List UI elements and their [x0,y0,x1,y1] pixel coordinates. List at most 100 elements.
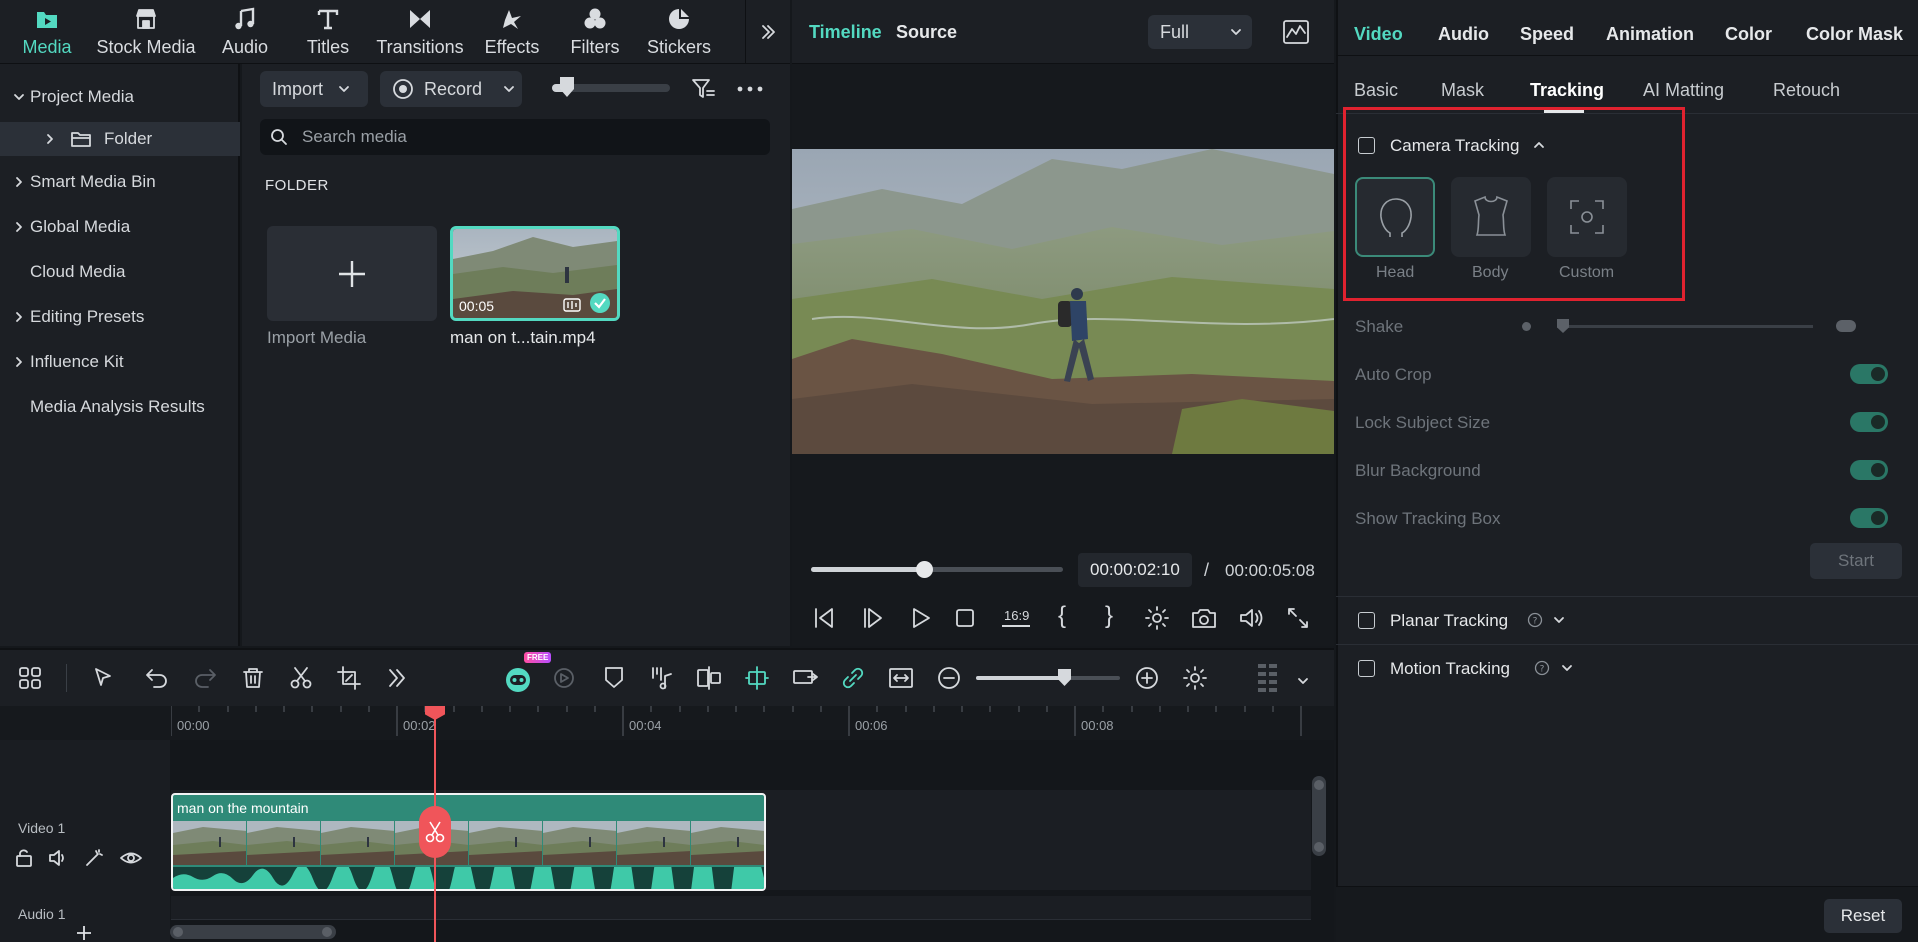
tab-stock-media[interactable]: Stock Media [96,6,196,58]
motion-tracking-checkbox[interactable] [1358,660,1375,677]
mode-head-button[interactable] [1355,177,1435,257]
lock-subject-size-toggle[interactable] [1850,412,1888,432]
camera-tracking-checkbox[interactable] [1358,137,1375,154]
previous-frame-icon[interactable] [812,606,838,630]
import-media-tile[interactable] [267,226,437,321]
tab-color-mask[interactable]: Color Mask [1806,24,1903,45]
next-frame-icon[interactable] [861,606,887,630]
subtab-basic[interactable]: Basic [1354,80,1398,101]
tab-audio-props[interactable]: Audio [1438,24,1489,45]
subtab-tracking[interactable]: Tracking [1530,80,1604,101]
tab-animation[interactable]: Animation [1606,24,1694,45]
help-circle-icon[interactable]: ? [1534,660,1550,676]
shake-slider[interactable] [1557,319,1813,333]
sidebar-item-global-media[interactable]: Global Media [0,210,240,244]
audio-beat-icon[interactable] [647,664,675,692]
timeline-vertical-scrollbar[interactable] [1312,776,1326,856]
sidebar-item-smart-media-bin[interactable]: Smart Media Bin [0,165,240,199]
add-track-plus-icon[interactable] [76,925,92,941]
tab-effects[interactable]: Effects [484,6,540,58]
preview-video-frame[interactable] [792,149,1334,454]
help-circle-icon[interactable]: ? [1527,612,1543,628]
speed-ramp-icon[interactable] [550,664,578,692]
subtab-retouch[interactable]: Retouch [1773,80,1840,101]
mode-body-button[interactable] [1451,177,1531,257]
timeline-horizontal-scrollbar[interactable] [170,925,336,939]
quality-select[interactable]: Full [1148,15,1252,49]
fit-timeline-icon[interactable] [887,664,915,692]
marker-shield-icon[interactable] [600,664,628,692]
tab-titles[interactable]: Titles [303,6,353,58]
search-box[interactable] [260,119,770,155]
track-mute-icon[interactable] [48,848,68,868]
subtab-mask[interactable]: Mask [1441,80,1484,101]
playhead-split-button[interactable] [419,806,451,858]
track-lock-icon[interactable] [14,848,34,868]
zoom-out-icon[interactable] [935,664,963,692]
zoom-in-icon[interactable] [1133,664,1161,692]
timeline-settings-icon[interactable] [1181,664,1209,692]
aspect-ratio-button[interactable]: 16:9 [1002,606,1030,630]
more-options-icon[interactable] [737,86,763,92]
tab-audio[interactable]: Audio [218,6,272,58]
search-input[interactable] [302,127,742,147]
fullscreen-expand-icon[interactable] [1286,606,1310,630]
playback-progress-bar[interactable] [811,561,1063,578]
chevron-up-icon[interactable] [1532,138,1546,152]
tab-speed[interactable]: Speed [1520,24,1574,45]
tab-video[interactable]: Video [1354,24,1403,45]
record-button[interactable]: Record [380,71,522,107]
import-button[interactable]: Import [260,71,368,107]
sidebar-item-editing-presets[interactable]: Editing Presets [0,300,240,334]
subtab-ai-matting[interactable]: AI Matting [1643,80,1724,101]
mark-in-button[interactable]: { [1058,602,1066,630]
start-tracking-button[interactable]: Start [1810,543,1902,579]
snapshot-camera-icon[interactable] [1191,606,1217,630]
mark-out-button[interactable]: } [1105,602,1113,630]
chevron-down-icon[interactable] [1560,661,1574,675]
tab-color[interactable]: Color [1725,24,1772,45]
magnetic-snap-icon[interactable] [743,664,771,692]
media-clip-thumbnail[interactable]: 00:05 [450,226,620,321]
layout-grid-icon[interactable] [16,664,44,692]
crop-icon[interactable] [335,664,363,692]
track-effects-icon[interactable] [84,848,104,868]
split-screen-icon[interactable] [695,664,723,692]
tab-source[interactable]: Source [896,22,957,43]
filter-funnel-icon[interactable] [690,76,716,102]
show-tracking-box-toggle[interactable] [1850,508,1888,528]
settings-gear-icon[interactable] [1144,605,1170,631]
sidebar-item-folder[interactable]: Folder [0,122,240,156]
volume-icon[interactable] [1238,606,1264,630]
blur-background-toggle[interactable] [1850,460,1888,480]
thumbnail-size-slider[interactable] [552,77,670,97]
track-layout-icon[interactable] [1256,662,1280,694]
split-scissors-icon[interactable] [287,664,315,692]
play-icon[interactable] [909,606,933,630]
tab-timeline[interactable]: Timeline [809,22,882,43]
link-chain-icon[interactable] [839,664,867,692]
tab-media[interactable]: Media [19,6,75,58]
planar-tracking-checkbox[interactable] [1358,612,1375,629]
audio-track-lane[interactable] [171,896,1311,920]
chevron-down-icon[interactable] [1296,674,1310,688]
undo-icon[interactable] [143,664,171,692]
sidebar-item-influence-kit[interactable]: Influence Kit [0,345,240,379]
delete-trash-icon[interactable] [239,664,267,692]
chevron-down-icon[interactable] [1552,613,1566,627]
mode-custom-button[interactable] [1547,177,1627,257]
replace-clip-icon[interactable] [791,664,819,692]
sidebar-item-cloud-media[interactable]: Cloud Media [0,255,240,289]
tab-filters[interactable]: Filters [570,6,620,58]
tab-transitions[interactable]: Transitions [376,6,464,58]
track-visibility-eye-icon[interactable] [120,848,142,868]
auto-crop-toggle[interactable] [1850,364,1888,384]
scopes-chart-icon[interactable] [1282,19,1310,45]
stop-icon[interactable] [955,608,975,628]
sidebar-item-project-media[interactable]: Project Media [0,80,240,114]
redo-icon[interactable] [191,664,219,692]
sidebar-item-media-analysis-results[interactable]: Media Analysis Results [0,390,240,424]
more-tools-icon[interactable] [383,664,411,692]
toolbar-more-button[interactable] [745,0,790,64]
select-pointer-icon[interactable] [90,664,118,692]
